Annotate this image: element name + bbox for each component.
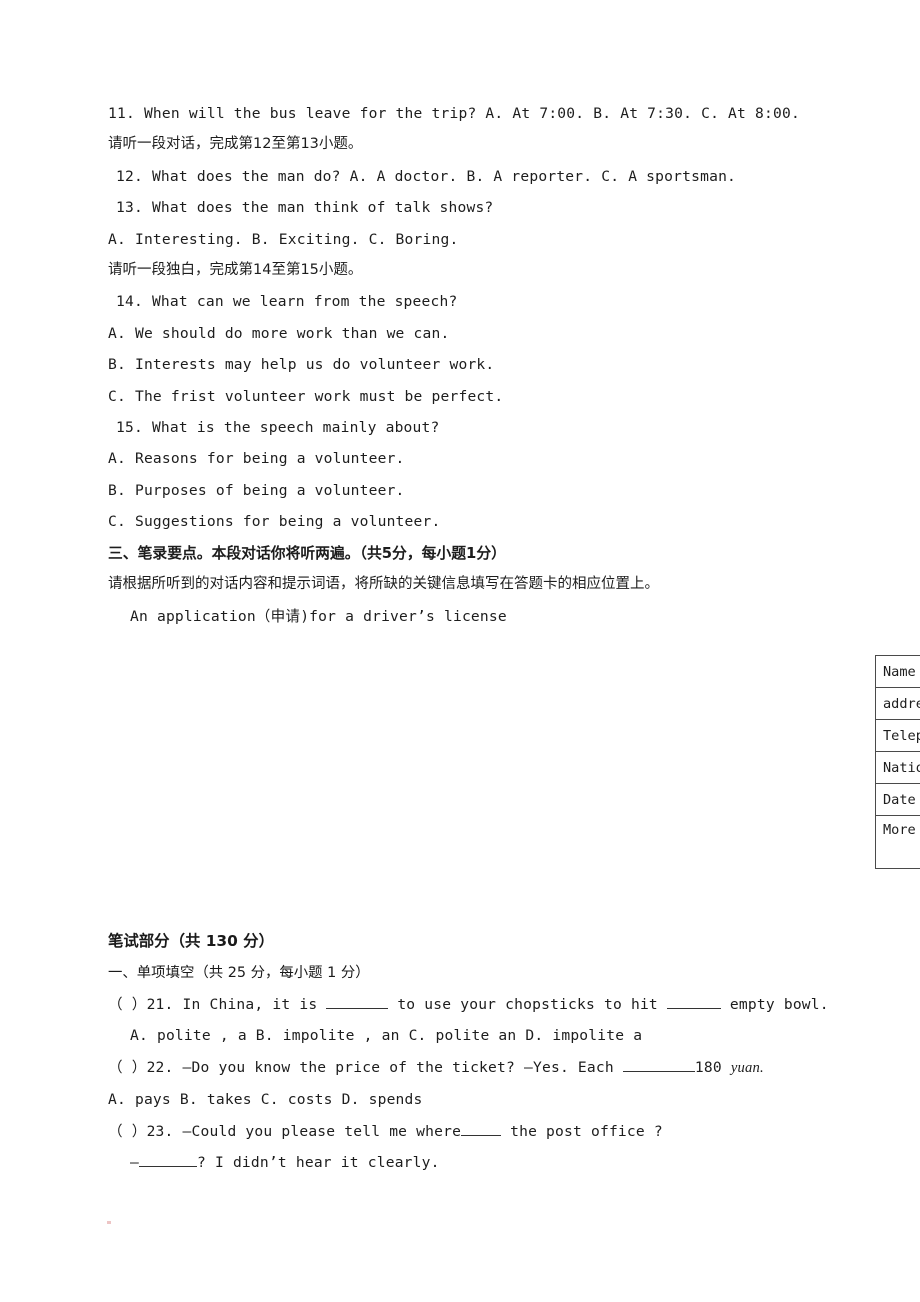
answer-blank[interactable] [461, 1134, 502, 1136]
question-21: （ ）21. In China, it is to use your chops… [108, 989, 829, 1020]
question-15: 15. What is the speech mainly about? [116, 419, 440, 437]
question-23-line-1: （ ）23. —Could you please tell me where t… [108, 1116, 808, 1147]
notes-section-instruction: 请根据所听到的对话内容和提示词语，将所缺的关键信息填写在答题卡的相应位置上。 [108, 576, 659, 593]
form-row-telephone: Telephone [876, 720, 920, 752]
question-23-line-2: — ? I didn’t hear it clearly. [108, 1147, 808, 1178]
question-22-unit: yuan. [730, 1059, 764, 1076]
question-23-dash: — [130, 1154, 139, 1172]
question-21-options: A. polite , a B. impolite , an C. polite… [130, 1027, 643, 1045]
answer-blank[interactable] [622, 1070, 695, 1072]
question-21-suffix: empty bowl. [729, 996, 829, 1013]
question-21-mid: to use your chopsticks to hit [397, 996, 658, 1013]
form-row-nationality: Nationality [876, 752, 920, 784]
question-23-prefix: （ ）23. —Could you please tell me where [108, 1122, 462, 1140]
question-14-option-a: A. We should do more work than we can. [108, 324, 450, 342]
question-13-options: A. Interesting. B. Exciting. C. Boring. [108, 230, 459, 248]
form-row-label: Telephone [883, 727, 920, 744]
form-row-more: More [876, 816, 920, 868]
application-form-title: An application（申请)for a driver’s license [130, 607, 507, 625]
question-14-option-b: B. Interests may help us do volunteer wo… [108, 356, 495, 374]
written-section: 笔试部分（共 130 分） 一、单项填空（共 25 分，每小题 1 分） （ ）… [108, 925, 829, 1178]
listening-section: 11. When will the bus leave for the trip… [108, 98, 800, 632]
instruction-q14-q15: 请听一段独白，完成第14至第15小题。 [108, 262, 363, 279]
answer-blank[interactable] [326, 1008, 389, 1009]
form-row-address: address [876, 688, 920, 720]
question-23-suffix: the post office ? [510, 1122, 663, 1140]
form-row-label: Name [883, 663, 916, 680]
answer-blank[interactable] [666, 1008, 721, 1009]
question-22-prefix: （ ）22. —Do you know the price of the tic… [108, 1058, 614, 1076]
form-row-label: Nationality [883, 759, 920, 776]
form-row-label: address [883, 695, 920, 712]
exam-paper-page: 11. When will the bus leave for the trip… [0, 0, 920, 1302]
answer-blank[interactable] [139, 1166, 197, 1168]
form-row-label: More [883, 822, 916, 838]
question-15-option-c: C. Suggestions for being a volunteer. [108, 513, 441, 531]
question-22-amount: 180 [694, 1058, 722, 1076]
page-artifact-speck [107, 1221, 111, 1224]
form-row-label: Date [883, 791, 916, 808]
question-21-prefix: （ ）21. In China, it is [108, 996, 318, 1013]
application-form-table: Name address Telephone Nationality Date … [875, 655, 920, 869]
question-23-tail: ? I didn’t hear it clearly. [197, 1154, 440, 1172]
form-row-name: Name [876, 656, 920, 688]
question-14-option-c: C. The frist volunteer work must be perf… [108, 387, 504, 405]
question-13: 13. What does the man think of talk show… [116, 199, 494, 217]
question-22-options: A. pays B. takes C. costs D. spends [108, 1091, 423, 1109]
written-section-heading: 笔试部分（共 130 分） [108, 932, 274, 950]
notes-section-heading: 三、笔录要点。本段对话你将听两遍。（共5分，每小题1分） [108, 544, 506, 562]
question-14: 14. What can we learn from the speech? [116, 293, 458, 311]
question-11: 11. When will the bus leave for the trip… [108, 105, 800, 122]
question-15-option-b: B. Purposes of being a volunteer. [108, 481, 405, 499]
instruction-q12-q13: 请听一段对话，完成第12至第13小题。 [108, 136, 363, 153]
question-15-option-a: A. Reasons for being a volunteer. [108, 450, 405, 468]
part-one-heading: 一、单项填空（共 25 分，每小题 1 分） [108, 965, 370, 981]
form-row-date: Date [876, 784, 920, 816]
question-22: （ ）22. —Do you know the price of the tic… [108, 1052, 808, 1084]
question-12: 12. What does the man do? A. A doctor. B… [116, 167, 737, 185]
